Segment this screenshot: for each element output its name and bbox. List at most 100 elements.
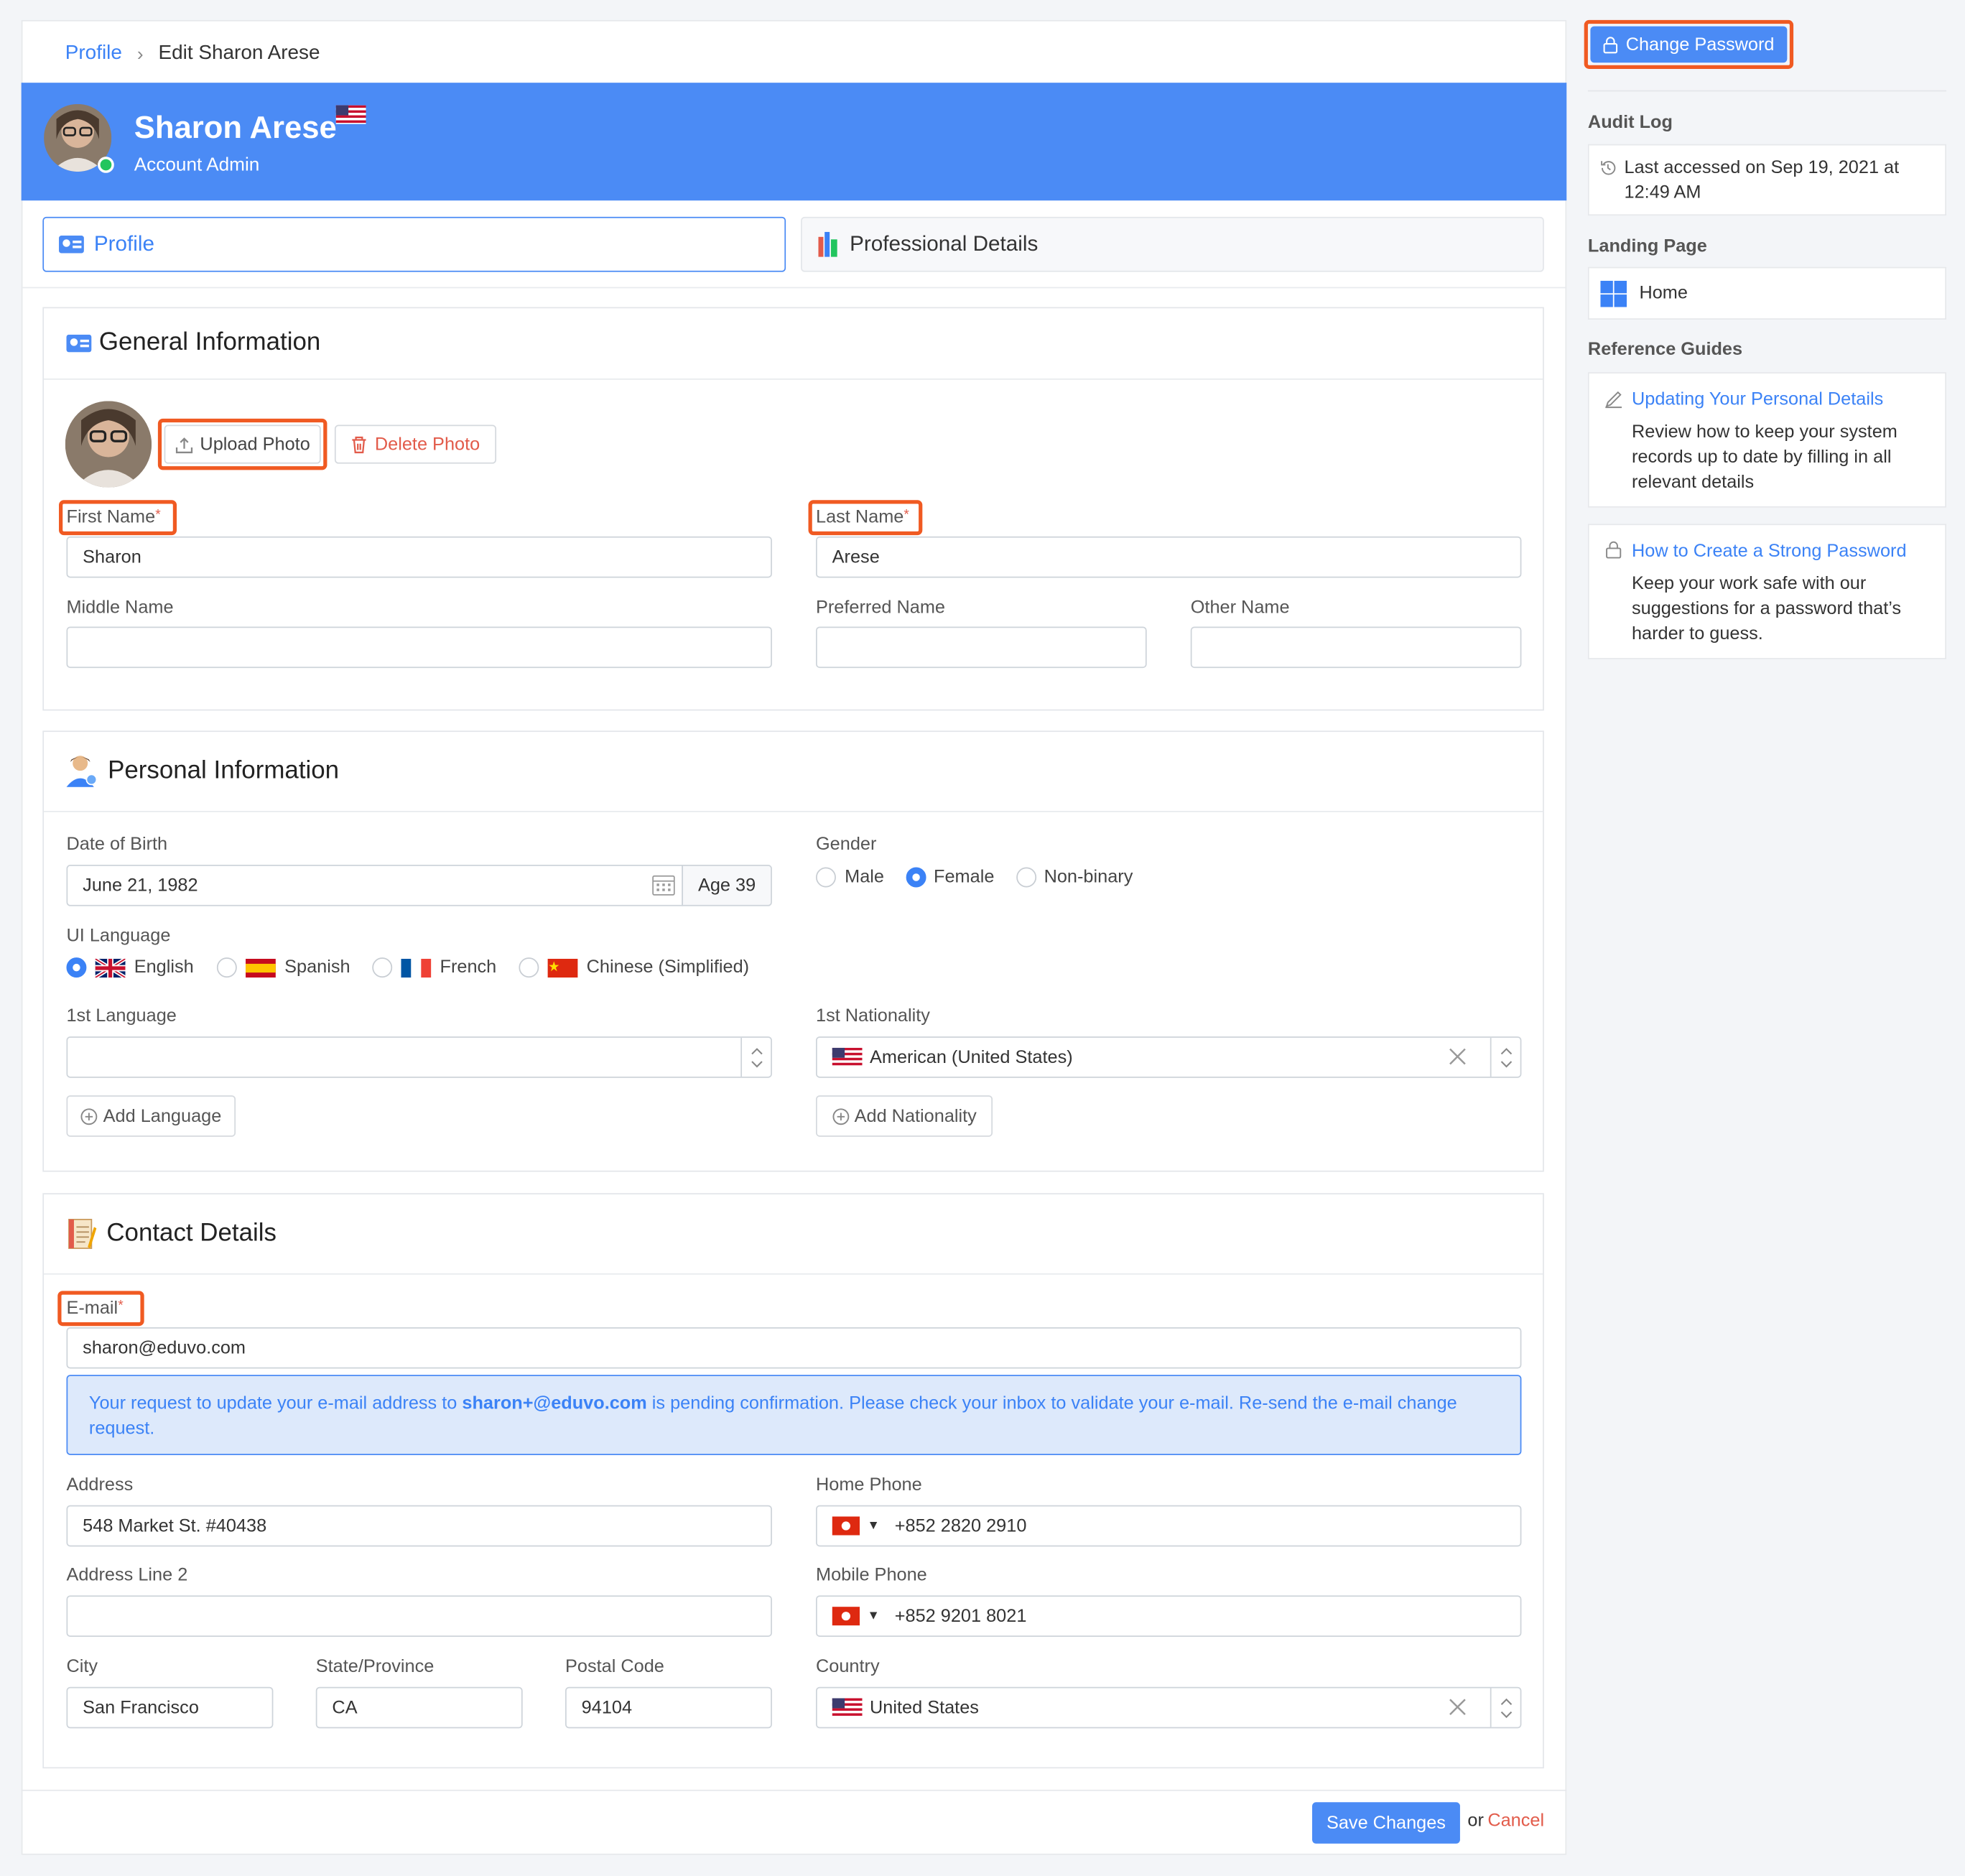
audit-log-text: Last accessed on Sep 19, 2021 at 12:49 A… — [1625, 155, 1900, 205]
gender-female-radio[interactable] — [906, 867, 926, 888]
reference-guides-label: Reference Guides — [1587, 339, 1743, 360]
profile-photo — [65, 401, 152, 488]
add-language-button[interactable]: Add Language — [66, 1095, 236, 1137]
guide-title-personal-details[interactable]: Updating Your Personal Details — [1632, 390, 1883, 410]
upload-photo-label: Upload Photo — [200, 434, 310, 455]
country-label: Country — [815, 1656, 880, 1677]
ui-language-french-radio[interactable] — [372, 957, 393, 978]
contact-details-title-text: Contact Details — [106, 1219, 277, 1247]
guide-desc-personal-details: Review how to keep your system records u… — [1631, 422, 1897, 493]
clear-nationality-icon[interactable] — [1449, 1048, 1466, 1072]
tab-professional-details-label: Professional Details — [850, 231, 1039, 256]
first-language-select[interactable] — [66, 1036, 772, 1078]
home-phone-input[interactable]: ▼ +852 2820 2910 — [815, 1505, 1522, 1547]
guide-title-strong-password[interactable]: How to Create a Strong Password — [1632, 542, 1907, 562]
personal-information-title: Personal Information — [66, 754, 339, 787]
general-information-title: General Information — [66, 328, 320, 357]
postal-code-input[interactable]: 94104 — [565, 1686, 772, 1729]
mobile-phone-input[interactable]: ▼ +852 9201 8021 — [815, 1595, 1522, 1637]
add-nationality-button[interactable]: Add Nationality — [815, 1095, 993, 1137]
breadcrumb-separator: › — [136, 43, 144, 65]
gender-female-label: Female — [934, 867, 995, 888]
clear-country-icon[interactable] — [1449, 1698, 1466, 1722]
gender-label: Gender — [815, 835, 877, 855]
gender-male-label: Male — [845, 867, 884, 888]
add-nationality-label: Add Nationality — [854, 1105, 977, 1126]
ui-language-english-radio[interactable] — [66, 957, 87, 978]
address-label: Address — [66, 1475, 134, 1495]
first-nationality-select[interactable]: American (United States) — [815, 1036, 1522, 1078]
middle-name-label: Middle Name — [66, 598, 174, 618]
country-stepper[interactable] — [1490, 1688, 1520, 1727]
other-name-input[interactable] — [1190, 626, 1522, 669]
change-password-label: Change Password — [1625, 34, 1775, 55]
tab-profile[interactable]: Profile — [42, 216, 786, 272]
delete-photo-label: Delete Photo — [374, 434, 480, 455]
change-password-button[interactable]: Change Password — [1590, 26, 1788, 63]
notice-pending-email: sharon+@eduvo.com — [462, 1393, 647, 1414]
nationality-stepper[interactable] — [1490, 1037, 1520, 1077]
contact-details-title: Contact Details — [66, 1217, 277, 1249]
delete-photo-button[interactable]: Delete Photo — [334, 424, 497, 464]
plus-circle-icon — [80, 1108, 98, 1125]
email-pending-notice: Your request to update your e-mail addre… — [66, 1375, 1522, 1455]
address2-input[interactable] — [66, 1595, 772, 1637]
age-addon: Age 39 — [682, 865, 772, 906]
last-name-input[interactable]: Arese — [815, 536, 1522, 578]
email-input[interactable]: sharon@eduvo.com — [66, 1327, 1522, 1369]
uk-flag-icon — [94, 957, 126, 984]
ui-language-spanish-radio[interactable] — [216, 957, 237, 978]
plus-circle-icon — [832, 1108, 849, 1125]
resend-email-link[interactable]: request. — [89, 1416, 1499, 1441]
upload-photo-button[interactable]: Upload Photo — [164, 424, 321, 464]
user-settings-icon — [66, 754, 98, 787]
home-phone-label: Home Phone — [815, 1475, 922, 1495]
cancel-link[interactable]: Cancel — [1487, 1811, 1544, 1831]
city-label: City — [66, 1656, 98, 1677]
first-language-label: 1st Language — [66, 1006, 177, 1027]
first-language-stepper[interactable] — [740, 1037, 771, 1077]
first-nationality-value: American (United States) — [870, 1046, 1073, 1067]
dob-input[interactable]: June 21, 1982 — [66, 865, 684, 906]
profile-name: Sharon Arese — [134, 110, 337, 146]
preferred-name-input[interactable] — [815, 626, 1147, 669]
breadcrumb-profile-link[interactable]: Profile — [65, 42, 122, 65]
country-code-dropdown-icon[interactable]: ▼ — [868, 1610, 880, 1623]
gender-nonbinary-radio[interactable] — [1016, 867, 1037, 888]
home-phone-value: +852 2820 2910 — [894, 1515, 1027, 1536]
profile-role: Account Admin — [134, 154, 260, 176]
audit-log-line1: Last accessed on Sep 19, 2021 at — [1624, 157, 1900, 178]
audit-log-line2: 12:49 AM — [1624, 182, 1701, 203]
add-language-label: Add Language — [103, 1105, 222, 1126]
landing-page-label: Landing Page — [1587, 236, 1707, 257]
tab-profile-label: Profile — [93, 231, 154, 256]
gender-nonbinary-label: Non-binary — [1044, 867, 1133, 888]
dob-label: Date of Birth — [66, 835, 168, 855]
state-input[interactable]: CA — [315, 1686, 523, 1729]
contact-details-section — [42, 1193, 1544, 1769]
sidebar-divider — [1587, 90, 1946, 92]
state-label: State/Province — [315, 1656, 435, 1677]
tab-professional-details[interactable]: Professional Details — [801, 216, 1544, 272]
ui-language-chinese-radio[interactable] — [519, 957, 539, 978]
address-input[interactable]: 548 Market St. #40438 — [66, 1505, 772, 1547]
ui-language-label: UI Language — [66, 926, 171, 947]
first-name-input[interactable]: Sharon — [66, 536, 772, 578]
id-card-icon — [66, 334, 92, 352]
guide-desc-strong-password: Keep your work safe with our suggestions… — [1631, 574, 1902, 644]
calendar-icon[interactable] — [651, 873, 675, 902]
hong-kong-flag-icon — [832, 1607, 860, 1626]
preferred-name-label: Preferred Name — [815, 598, 946, 618]
gender-male-radio[interactable] — [815, 867, 836, 888]
first-name-label: First Name* — [66, 507, 161, 528]
upload-icon — [175, 435, 192, 453]
general-information-title-text: General Information — [98, 328, 321, 356]
middle-name-input[interactable] — [66, 626, 772, 669]
save-changes-button[interactable]: Save Changes — [1312, 1802, 1460, 1844]
trash-icon — [351, 435, 368, 453]
country-select[interactable]: United States — [815, 1686, 1522, 1729]
books-icon — [817, 231, 840, 257]
country-code-dropdown-icon[interactable]: ▼ — [868, 1519, 880, 1533]
postal-code-label: Postal Code — [565, 1656, 664, 1677]
city-input[interactable]: San Francisco — [66, 1686, 274, 1729]
